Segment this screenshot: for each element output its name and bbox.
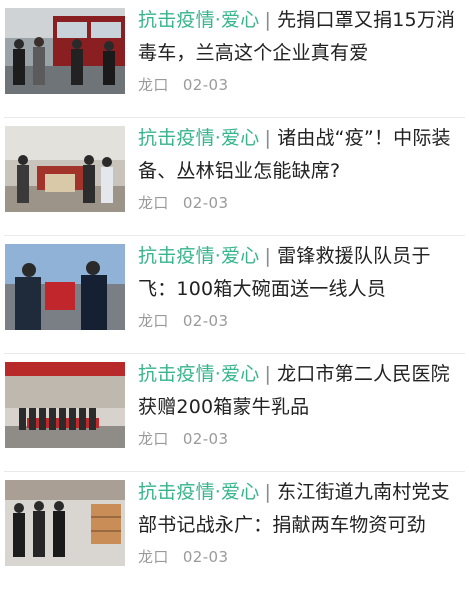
tag-separator: | <box>264 481 272 503</box>
news-source: 龙口 <box>138 548 169 566</box>
news-date: 02-03 <box>182 194 229 212</box>
news-feed: 抗击疫情·爱心 | 先捐口罩又捐15万消毒车，兰高这个企业真有爱 龙口 02-03 抗… <box>0 0 469 574</box>
news-source: 龙口 <box>138 194 169 212</box>
news-item[interactable]: 抗击疫情·爱心 | 先捐口罩又捐15万消毒车，兰高这个企业真有爱 龙口 02-03 <box>0 0 469 118</box>
news-category-tag[interactable]: 抗击疫情·爱心 <box>138 127 259 149</box>
news-meta: 龙口 02-03 <box>138 74 228 95</box>
news-source: 龙口 <box>138 312 169 330</box>
news-photo <box>5 244 125 330</box>
news-thumbnail[interactable] <box>5 244 125 330</box>
tag-separator: | <box>264 9 272 31</box>
tag-separator: | <box>264 363 272 385</box>
news-category-tag[interactable]: 抗击疫情·爱心 <box>138 245 259 267</box>
news-date: 02-03 <box>182 312 229 330</box>
news-date: 02-03 <box>182 430 229 448</box>
news-category-tag[interactable]: 抗击疫情·爱心 <box>138 363 259 385</box>
news-meta: 龙口 02-03 <box>138 310 228 331</box>
news-thumbnail[interactable] <box>5 362 125 448</box>
news-photo <box>5 362 125 448</box>
news-thumbnail[interactable] <box>5 480 125 566</box>
news-photo <box>5 480 125 566</box>
news-category-tag[interactable]: 抗击疫情·爱心 <box>138 481 259 503</box>
tag-separator: | <box>264 245 272 267</box>
news-photo <box>5 8 125 94</box>
news-title-line[interactable]: 抗击疫情·爱心 | 龙口市第二人民医院获赠200箱蒙牛乳品 <box>138 358 462 424</box>
news-item[interactable]: 抗击疫情·爱心 | 东江街道九南村党支部书记战永广：捐献两车物资可劲 龙口 02-03 <box>0 472 469 590</box>
news-meta: 龙口 02-03 <box>138 428 228 449</box>
news-title-line[interactable]: 抗击疫情·爱心 | 东江街道九南村党支部书记战永广：捐献两车物资可劲 <box>138 476 462 542</box>
news-item[interactable]: 抗击疫情·爱心 | 龙口市第二人民医院获赠200箱蒙牛乳品 龙口 02-03 <box>0 354 469 472</box>
news-date: 02-03 <box>182 76 229 94</box>
news-title-line[interactable]: 抗击疫情·爱心 | 诸由战“疫”！中际装备、丛林铝业怎能缺席? <box>138 122 462 188</box>
news-meta: 龙口 02-03 <box>138 546 228 567</box>
news-title-line[interactable]: 抗击疫情·爱心 | 雷锋救援队队员于飞：100箱大碗面送一线人员 <box>138 240 462 306</box>
news-item[interactable]: 抗击疫情·爱心 | 诸由战“疫”！中际装备、丛林铝业怎能缺席? 龙口 02-03 <box>0 118 469 236</box>
news-date: 02-03 <box>182 548 229 566</box>
news-meta: 龙口 02-03 <box>138 192 228 213</box>
news-item[interactable]: 抗击疫情·爱心 | 雷锋救援队队员于飞：100箱大碗面送一线人员 龙口 02-03 <box>0 236 469 354</box>
tag-separator: | <box>264 127 272 149</box>
news-thumbnail[interactable] <box>5 126 125 212</box>
news-title-line[interactable]: 抗击疫情·爱心 | 先捐口罩又捐15万消毒车，兰高这个企业真有爱 <box>138 4 462 70</box>
news-thumbnail[interactable] <box>5 8 125 94</box>
news-category-tag[interactable]: 抗击疫情·爱心 <box>138 9 259 31</box>
news-source: 龙口 <box>138 430 169 448</box>
news-source: 龙口 <box>138 76 169 94</box>
news-photo <box>5 126 125 212</box>
